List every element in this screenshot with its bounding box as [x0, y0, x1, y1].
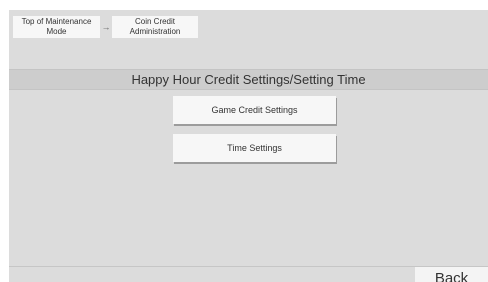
breadcrumb-coin-credit-administration[interactable]: Coin Credit Administration [112, 16, 198, 38]
breadcrumb-label: Coin Credit Administration [129, 17, 181, 36]
back-button[interactable]: Back [415, 267, 488, 282]
page-title-bar: Happy Hour Credit Settings/Setting Time [9, 69, 488, 90]
breadcrumb-label: Top of Maintenance Mode [21, 17, 92, 36]
arrow-right-icon: → [101, 22, 111, 32]
game-credit-settings-label: Game Credit Settings [211, 105, 298, 115]
page-title: Happy Hour Credit Settings/Setting Time [131, 72, 366, 87]
breadcrumb: Top of Maintenance Mode → Coin Credit Ad… [13, 16, 198, 38]
breadcrumb-top-of-maintenance-mode[interactable]: Top of Maintenance Mode [13, 16, 100, 38]
time-settings-button[interactable]: Time Settings [173, 134, 336, 162]
back-label: Back [434, 270, 469, 282]
time-settings-label: Time Settings [227, 143, 282, 153]
maintenance-screen: Top of Maintenance Mode → Coin Credit Ad… [9, 10, 488, 282]
game-credit-settings-button[interactable]: Game Credit Settings [173, 96, 336, 124]
